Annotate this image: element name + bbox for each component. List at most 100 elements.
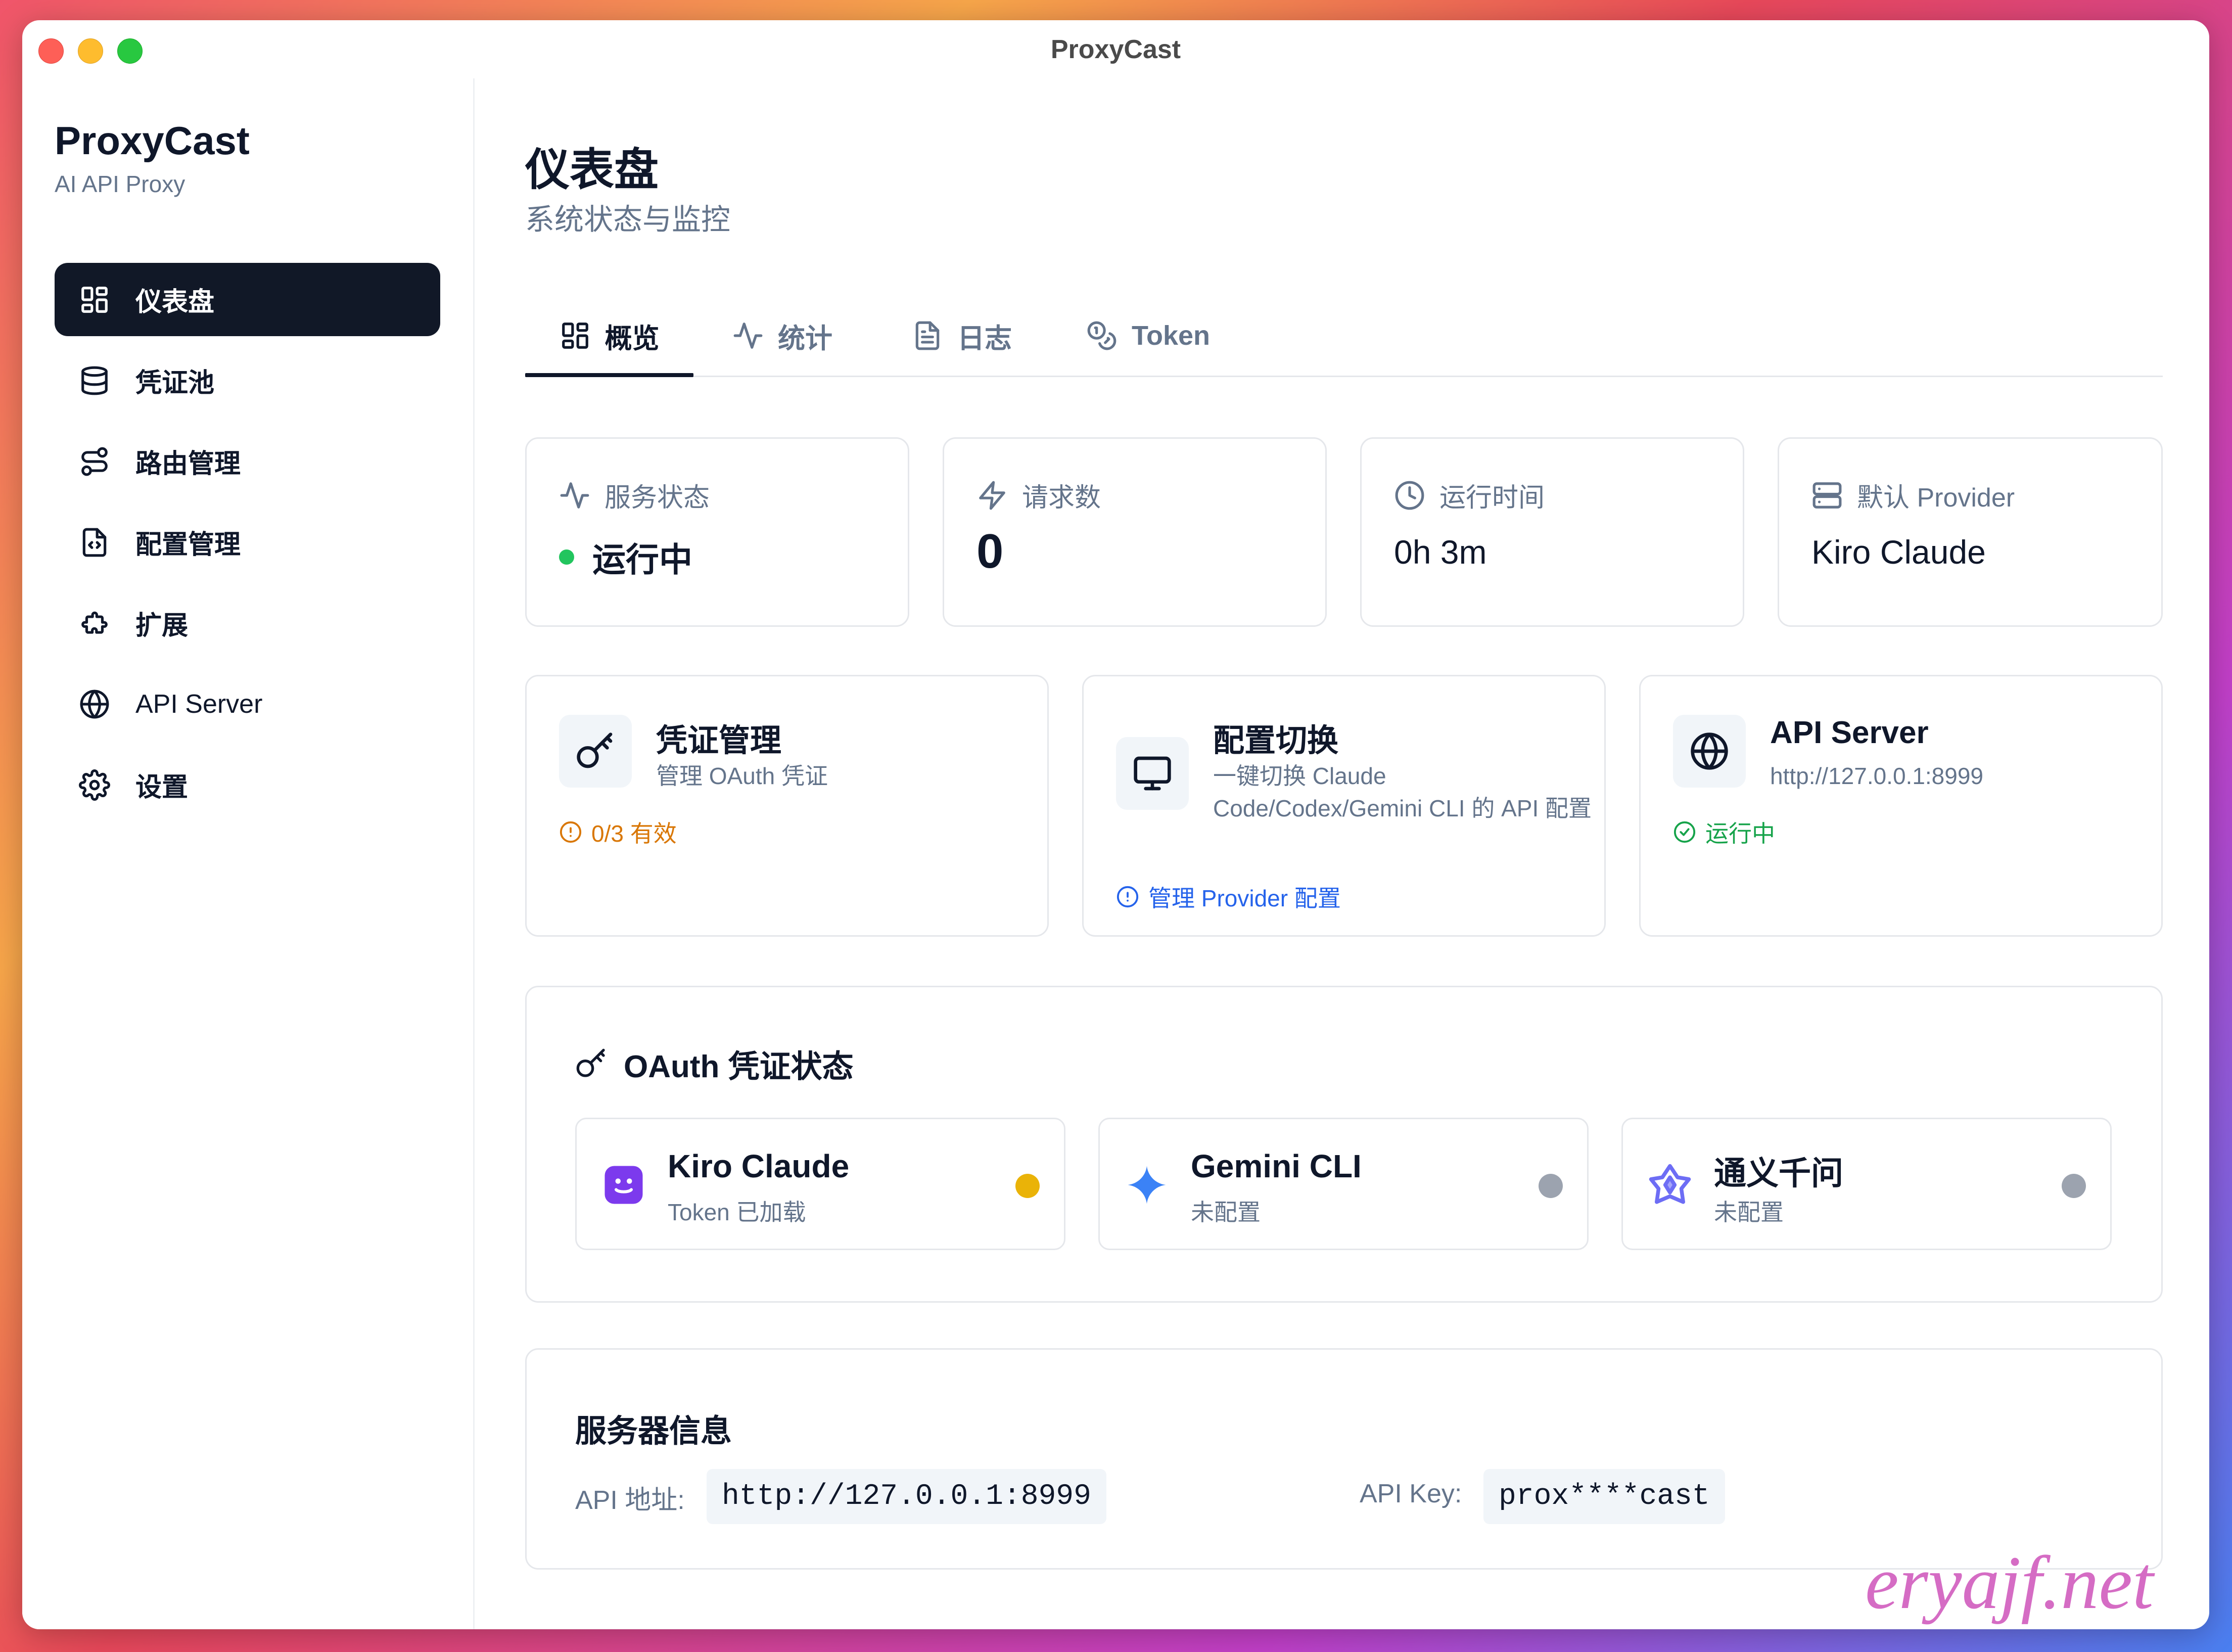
card-title: 配置切换 (1213, 723, 1339, 758)
stat-value: 0 (976, 524, 1004, 578)
qwen-icon (1649, 1164, 1691, 1204)
stat-value: 运行中 (592, 541, 692, 578)
route-icon (81, 447, 108, 476)
card-status: 0/3 有效 (591, 820, 677, 847)
manage-provider-link[interactable]: 管理 Provider 配置 (1116, 880, 1341, 913)
sidebar-item-label: API Server (135, 689, 263, 719)
main-content: 仪表盘 系统状态与监控 概览 统计 日志 Token 服务状态 运行中 请求数 … (475, 78, 2209, 1629)
activity-icon (733, 323, 763, 349)
tab-overview[interactable]: 概览 (525, 296, 693, 377)
tab-label: 日志 (957, 323, 1012, 354)
card-credential-management[interactable]: 凭证管理 管理 OAuth 凭证 0/3 有效 (525, 675, 1049, 937)
tab-label: 统计 (778, 323, 832, 354)
tab-bar: 概览 统计 日志 Token (525, 296, 2163, 377)
provider-name: Kiro Claude (668, 1148, 850, 1184)
file-config-icon (82, 528, 107, 557)
card-subtitle: http://127.0.0.1:8999 (1770, 763, 1984, 789)
api-address-label: API 地址: (575, 1486, 685, 1515)
sidebar-item-config[interactable]: 配置管理 (55, 506, 440, 579)
status-dot (1015, 1174, 1040, 1198)
card-status: 运行中 (1705, 820, 1775, 847)
stat-label: 请求数 (1022, 483, 1101, 513)
sidebar-item-label: 仪表盘 (135, 288, 215, 317)
coins-icon (1087, 321, 1117, 350)
sidebar-item-routing[interactable]: 路由管理 (55, 425, 440, 498)
provider-name: Gemini CLI (1191, 1148, 1362, 1184)
card-subtitle: 一键切换 Claude Code/Codex/Gemini CLI 的 API … (1213, 763, 1592, 821)
api-key-label: API Key: (1360, 1479, 1462, 1508)
card-title: 凭证管理 (656, 723, 782, 758)
server-info-section: 服务器信息 API 地址: http://127.0.0.1:8999 API … (525, 1348, 2163, 1570)
sidebar-item-settings[interactable]: 设置 (55, 748, 440, 821)
watermark: eryajf.net (1865, 1541, 2154, 1625)
card-title: API Server (1770, 715, 1929, 750)
sidebar-item-extensions[interactable]: 扩展 (55, 586, 440, 660)
activity-icon (560, 482, 589, 509)
tab-statistics[interactable]: 统计 (732, 296, 832, 376)
app-subtitle: AI API Proxy (55, 171, 185, 197)
server-icon (1812, 482, 1842, 509)
key-icon (576, 1048, 605, 1077)
app-window: ProxyCast ProxyCast AI API Proxy 仪表盘 凭证池… (22, 20, 2209, 1629)
section-title: OAuth 凭证状态 (624, 1049, 854, 1084)
gear-icon (79, 769, 110, 801)
stat-value: Kiro Claude (1811, 533, 1986, 571)
sidebar-item-label: 路由管理 (135, 449, 241, 479)
stat-label: 运行时间 (1439, 483, 1545, 513)
title-bar: ProxyCast (22, 20, 2209, 78)
sidebar-item-label: 配置管理 (135, 530, 241, 560)
provider-status: Token 已加载 (668, 1199, 806, 1225)
card-subtitle: 管理 OAuth 凭证 (656, 763, 828, 789)
page-title: 仪表盘 (525, 145, 659, 195)
sidebar-item-dashboard[interactable]: 仪表盘 (55, 263, 440, 336)
globe-icon (80, 690, 109, 719)
oauth-status-section: OAuth 凭证状态 Kiro Claude Token 已加载 Gemini … (525, 986, 2163, 1303)
stat-card-uptime: 运行时间 0h 3m (1360, 437, 1744, 627)
provider-card-kiro-claude[interactable]: Kiro Claude Token 已加载 (575, 1118, 1065, 1250)
stat-card-service-status: 服务状态 运行中 (525, 437, 909, 627)
key-icon (577, 732, 613, 768)
stat-label: 服务状态 (604, 483, 710, 513)
kiro-icon (604, 1166, 643, 1204)
status-dot (2062, 1174, 2086, 1198)
status-dot (559, 549, 574, 565)
alert-circle-icon (1117, 886, 1139, 908)
window-title: ProxyCast (1050, 35, 1181, 64)
provider-card-gemini-cli[interactable]: Gemini CLI 未配置 (1098, 1118, 1589, 1250)
stat-label: 默认 Provider (1857, 483, 2015, 513)
stat-value: 0h 3m (1394, 533, 1487, 571)
status-dot (1539, 1174, 1563, 1198)
dashboard-icon (81, 287, 108, 313)
sidebar: ProxyCast AI API Proxy 仪表盘 凭证池 路由管理 配置管理… (22, 78, 475, 1629)
api-key-value[interactable]: prox****cast (1483, 1469, 1725, 1524)
database-icon (81, 366, 108, 395)
stat-card-requests: 请求数 0 (943, 437, 1327, 627)
sidebar-item-label: 扩展 (135, 611, 189, 640)
section-title: 服务器信息 (575, 1414, 732, 1449)
tab-token[interactable]: Token (1086, 296, 1210, 376)
check-circle-icon (1673, 821, 1696, 843)
sidebar-item-credential-pool[interactable]: 凭证池 (55, 344, 440, 417)
clock-icon (1395, 481, 1424, 510)
app-name: ProxyCast (55, 118, 250, 163)
provider-card-qwen[interactable]: 通义千问 未配置 (1621, 1118, 2112, 1250)
monitor-icon (1134, 756, 1171, 791)
page-subtitle: 系统状态与监控 (525, 203, 731, 236)
document-icon (915, 321, 940, 350)
sidebar-item-api-server[interactable]: API Server (55, 667, 440, 741)
tab-label: Token (1132, 320, 1211, 351)
provider-status: 未配置 (1714, 1199, 1784, 1225)
sidebar-item-label: 设置 (135, 773, 189, 802)
card-api-server[interactable]: API Server http://127.0.0.1:8999 运行中 (1639, 675, 2163, 937)
card-config-switch[interactable]: 配置切换 一键切换 Claude Code/Codex/Gemini CLI 的… (1082, 675, 1606, 937)
lightning-icon (979, 481, 1005, 510)
stat-card-default-provider: 默认 Provider Kiro Claude (1778, 437, 2163, 627)
globe-icon (1691, 732, 1728, 770)
dashboard-icon (562, 323, 588, 349)
gemini-icon (1128, 1166, 1166, 1204)
tab-label: 概览 (604, 323, 660, 354)
tab-logs[interactable]: 日志 (912, 296, 1012, 376)
alert-circle-icon (560, 821, 582, 843)
card-status: 管理 Provider 配置 (1148, 885, 1341, 911)
api-address-value[interactable]: http://127.0.0.1:8999 (707, 1469, 1106, 1524)
